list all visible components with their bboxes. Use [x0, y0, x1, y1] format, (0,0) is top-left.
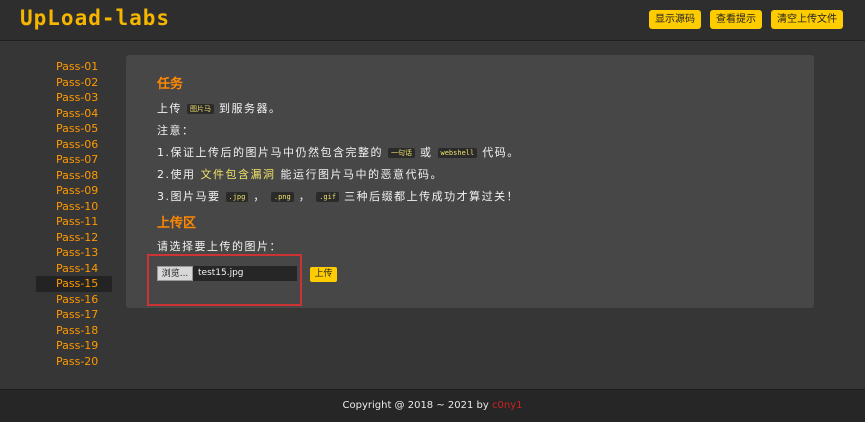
task-line-5: 3.图片马要 .jpg ， .png ， .gif 三种后缀都上传成功才算过关！	[157, 188, 519, 204]
task-line-3-mid: 或	[420, 146, 433, 159]
inline-code-webshell: webshell	[437, 148, 478, 158]
top-header: UpLoad-labs 显示源码 查看提示 清空上传文件	[0, 0, 865, 41]
inline-code-png: .png	[270, 192, 294, 202]
sidebar-item-pass-07[interactable]: Pass-07	[36, 152, 112, 168]
copyright-text: Copyright @ 2018 ~ 2021 by	[342, 400, 489, 411]
author-link[interactable]: c0ny1	[492, 400, 522, 411]
task-line-1-pre: 上传	[157, 102, 182, 115]
sidebar-item-pass-17[interactable]: Pass-17	[36, 307, 112, 323]
inline-code-jpg: .jpg	[225, 192, 249, 202]
sidebar-item-pass-15[interactable]: Pass-15	[36, 276, 112, 292]
sidebar-item-pass-16[interactable]: Pass-16	[36, 292, 112, 308]
level-sidebar: Pass-01 Pass-02 Pass-03 Pass-04 Pass-05 …	[36, 59, 112, 369]
sidebar-item-pass-11[interactable]: Pass-11	[36, 214, 112, 230]
task-line-3-post: 代码。	[482, 146, 520, 159]
clear-uploads-button[interactable]: 清空上传文件	[771, 10, 843, 29]
page-footer: Copyright @ 2018 ~ 2021 by c0ny1	[0, 389, 865, 422]
sidebar-item-pass-05[interactable]: Pass-05	[36, 121, 112, 137]
sidebar-item-pass-04[interactable]: Pass-04	[36, 106, 112, 122]
inline-code-one-liner: 一句话	[388, 148, 415, 158]
selected-file-name: test15.jpg	[198, 268, 244, 278]
file-input[interactable]: 浏览... test15.jpg	[157, 266, 297, 281]
sidebar-item-pass-10[interactable]: Pass-10	[36, 199, 112, 215]
file-inclusion-highlight: 文件包含漏洞	[200, 168, 276, 181]
task-line-4-post: 能运行图片马中的恶意代码。	[280, 168, 443, 181]
task-line-1: 上传 图片马 到服务器。	[157, 100, 282, 116]
sidebar-item-pass-08[interactable]: Pass-08	[36, 168, 112, 184]
task-line-5-pre: 3.图片马要	[157, 190, 221, 203]
show-source-button[interactable]: 显示源码	[649, 10, 701, 29]
sidebar-item-pass-18[interactable]: Pass-18	[36, 323, 112, 339]
view-hint-button[interactable]: 查看提示	[710, 10, 762, 29]
sidebar-item-pass-19[interactable]: Pass-19	[36, 338, 112, 354]
task-line-5-sep-1: ，	[253, 190, 266, 203]
task-line-4: 2.使用 文件包含漏洞 能运行图片马中的恶意代码。	[157, 166, 443, 182]
upload-area-title: 上传区	[157, 216, 197, 231]
task-line-5-post: 三种后缀都上传成功才算过关！	[344, 190, 520, 203]
inline-code-gif: .gif	[316, 192, 340, 202]
sidebar-item-pass-14[interactable]: Pass-14	[36, 261, 112, 277]
task-title: 任务	[157, 77, 184, 92]
upload-submit-button[interactable]: 上传	[310, 267, 337, 282]
sidebar-item-pass-03[interactable]: Pass-03	[36, 90, 112, 106]
site-logo: UpLoad-labs	[20, 6, 171, 30]
sidebar-item-pass-06[interactable]: Pass-06	[36, 137, 112, 153]
sidebar-item-pass-20[interactable]: Pass-20	[36, 354, 112, 370]
task-line-3: 1.保证上传后的图片马中仍然包含完整的 一句话 或 webshell 代码。	[157, 144, 520, 160]
task-line-5-sep-2: ，	[298, 190, 312, 203]
sidebar-item-pass-01[interactable]: Pass-01	[36, 59, 112, 75]
sidebar-item-pass-13[interactable]: Pass-13	[36, 245, 112, 261]
upload-prompt: 请选择要上传的图片：	[157, 240, 282, 253]
task-line-4-pre: 2.使用	[157, 168, 196, 181]
sidebar-item-pass-12[interactable]: Pass-12	[36, 230, 112, 246]
inline-code-image-trojan: 图片马	[187, 104, 214, 114]
note-label: 注意：	[157, 124, 195, 137]
task-line-3-pre: 1.保证上传后的图片马中仍然包含完整的	[157, 146, 383, 159]
sidebar-item-pass-02[interactable]: Pass-02	[36, 75, 112, 91]
task-line-1-post: 到服务器。	[219, 102, 282, 115]
sidebar-item-pass-09[interactable]: Pass-09	[36, 183, 112, 199]
browse-button[interactable]: 浏览...	[157, 266, 193, 281]
